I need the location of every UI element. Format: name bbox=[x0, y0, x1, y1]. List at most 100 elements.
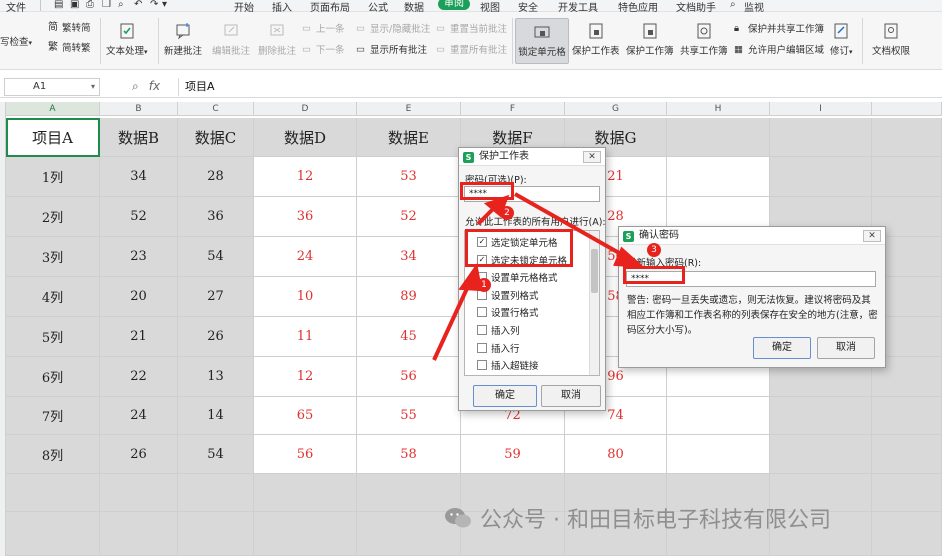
text-process-button[interactable]: 文本处理▾ bbox=[106, 22, 148, 57]
cell[interactable] bbox=[770, 118, 872, 157]
show-hide-comment-button[interactable]: ▭ 显示/隐藏批注 bbox=[356, 21, 430, 36]
cell[interactable] bbox=[178, 512, 254, 556]
protect-share-button[interactable]: 🔒︎ 保护并共享工作簿 bbox=[734, 21, 824, 36]
cell[interactable]: 10 bbox=[254, 277, 357, 317]
cell[interactable]: 数据E bbox=[357, 118, 461, 157]
delete-comment-button[interactable]: 删除批注 bbox=[258, 22, 296, 57]
edit-comment-button[interactable]: 编辑批注 bbox=[212, 22, 250, 57]
cancel-button[interactable]: 取消 bbox=[817, 337, 875, 359]
column-header-d[interactable]: D bbox=[254, 102, 357, 116]
cell[interactable]: 80 bbox=[565, 435, 667, 474]
permission-option[interactable]: 插入列 bbox=[477, 323, 520, 337]
cell[interactable] bbox=[872, 118, 942, 157]
name-box[interactable]: A1 ▾ bbox=[4, 78, 100, 96]
cell[interactable]: 26 bbox=[178, 317, 254, 357]
cell[interactable] bbox=[872, 474, 942, 512]
trad-to-simp-button[interactable]: 简 繁转简 bbox=[48, 20, 91, 35]
cell[interactable] bbox=[100, 474, 178, 512]
cell[interactable] bbox=[667, 118, 770, 157]
cell[interactable]: 56 bbox=[254, 435, 357, 474]
search-icon[interactable]: ⌕ bbox=[730, 0, 736, 10]
checkbox-icon[interactable] bbox=[477, 325, 487, 335]
cell[interactable]: 7列 bbox=[6, 397, 100, 435]
cell[interactable] bbox=[872, 397, 942, 435]
cell[interactable]: 27 bbox=[178, 277, 254, 317]
cell[interactable]: 58 bbox=[357, 435, 461, 474]
permission-option[interactable]: 插入行 bbox=[477, 341, 520, 355]
show-all-comments-button[interactable]: ▭ 显示所有批注 bbox=[356, 42, 427, 57]
cell[interactable]: 54 bbox=[178, 237, 254, 277]
cell[interactable]: 6列 bbox=[6, 357, 100, 397]
column-header-b[interactable]: B bbox=[100, 102, 178, 116]
cell[interactable]: 数据C bbox=[178, 118, 254, 157]
cell[interactable]: 11 bbox=[254, 317, 357, 357]
protect-sheet-button[interactable]: 保护工作表 bbox=[572, 22, 620, 57]
cell[interactable]: 65 bbox=[254, 397, 357, 435]
permission-option[interactable]: ✓ 选定锁定单元格 bbox=[477, 235, 558, 249]
cell[interactable]: 54 bbox=[178, 435, 254, 474]
cell[interactable]: 45 bbox=[357, 317, 461, 357]
cell[interactable] bbox=[100, 512, 178, 556]
cell[interactable]: 1列 bbox=[6, 157, 100, 197]
close-icon[interactable]: ✕ bbox=[583, 151, 601, 163]
reset-comment-button[interactable]: ▭ 重置当前批注 bbox=[436, 21, 507, 36]
cell[interactable]: 26 bbox=[100, 435, 178, 474]
cell[interactable] bbox=[872, 157, 942, 197]
next-comment-button[interactable]: ▭ 下一条 bbox=[302, 42, 345, 57]
formula-input[interactable]: 项目A bbox=[178, 78, 938, 96]
cell[interactable]: 数据D bbox=[254, 118, 357, 157]
cell[interactable] bbox=[178, 474, 254, 512]
cell[interactable]: 56 bbox=[357, 357, 461, 397]
scrollbar[interactable] bbox=[589, 231, 599, 375]
column-header[interactable] bbox=[872, 102, 942, 116]
close-icon[interactable]: ✕ bbox=[863, 230, 881, 242]
permission-option[interactable]: ✓ 选定未锁定单元格 bbox=[477, 253, 567, 267]
protect-book-button[interactable]: 保护工作簿 bbox=[626, 22, 674, 57]
menu-undo-icon[interactable]: ↶ bbox=[134, 0, 142, 10]
doc-permission-button[interactable]: 文档权限 bbox=[872, 22, 910, 57]
simp-to-trad-button[interactable]: 繁 简转繁 bbox=[48, 40, 91, 55]
ok-button[interactable]: 确定 bbox=[473, 385, 537, 407]
cell[interactable]: 24 bbox=[100, 397, 178, 435]
cell[interactable]: 3列 bbox=[6, 237, 100, 277]
column-header-i[interactable]: I bbox=[770, 102, 872, 116]
password-input[interactable]: **** bbox=[464, 186, 600, 202]
cell[interactable]: 28 bbox=[178, 157, 254, 197]
permission-option[interactable]: 插入超链接 bbox=[477, 358, 539, 372]
cell[interactable] bbox=[667, 397, 770, 435]
cell[interactable]: 数据B bbox=[100, 118, 178, 157]
checkbox-icon[interactable] bbox=[477, 342, 487, 353]
cell[interactable] bbox=[254, 512, 357, 556]
cell[interactable]: 5列 bbox=[6, 317, 100, 357]
chevron-down-icon[interactable]: ▾ bbox=[91, 79, 95, 95]
cell[interactable]: 22 bbox=[100, 357, 178, 397]
revise-button[interactable]: 修订▾ bbox=[830, 22, 853, 57]
cell[interactable]: 36 bbox=[254, 197, 357, 237]
fx-icon[interactable]: fx bbox=[149, 79, 160, 94]
cell[interactable]: 14 bbox=[178, 397, 254, 435]
spellcheck-button[interactable]: 写检查▾ bbox=[0, 34, 32, 48]
scrollbar-thumb[interactable] bbox=[591, 249, 598, 293]
cell[interactable]: 53 bbox=[357, 157, 461, 197]
cell[interactable]: 项目A bbox=[6, 118, 100, 157]
cell[interactable]: 12 bbox=[254, 357, 357, 397]
cell[interactable] bbox=[6, 512, 100, 556]
lock-cell-button[interactable]: 锁定单元格 bbox=[515, 18, 569, 64]
permission-option[interactable]: 设置行格式 bbox=[477, 305, 539, 319]
column-header-c[interactable]: C bbox=[178, 102, 254, 116]
checked-checkbox-icon[interactable]: ✓ bbox=[477, 237, 487, 247]
column-header-e[interactable]: E bbox=[357, 102, 461, 116]
column-header-h[interactable]: H bbox=[667, 102, 770, 116]
menu-review[interactable]: 审阅 bbox=[438, 0, 470, 10]
menu-preview-icon[interactable]: ⌕ bbox=[118, 0, 124, 10]
cell[interactable]: 89 bbox=[357, 277, 461, 317]
menu-redo-icon[interactable]: ↷ bbox=[150, 0, 158, 10]
cell[interactable] bbox=[872, 512, 942, 556]
menu-copy-icon[interactable]: ❐ bbox=[102, 0, 111, 10]
cell[interactable] bbox=[667, 435, 770, 474]
checkbox-icon[interactable] bbox=[477, 307, 487, 318]
menu-save-icon[interactable]: ▣ bbox=[70, 0, 79, 10]
menu-print-icon[interactable]: ⎙ bbox=[86, 0, 94, 10]
cell[interactable]: 20 bbox=[100, 277, 178, 317]
share-book-button[interactable]: 共享工作簿 bbox=[680, 22, 728, 57]
